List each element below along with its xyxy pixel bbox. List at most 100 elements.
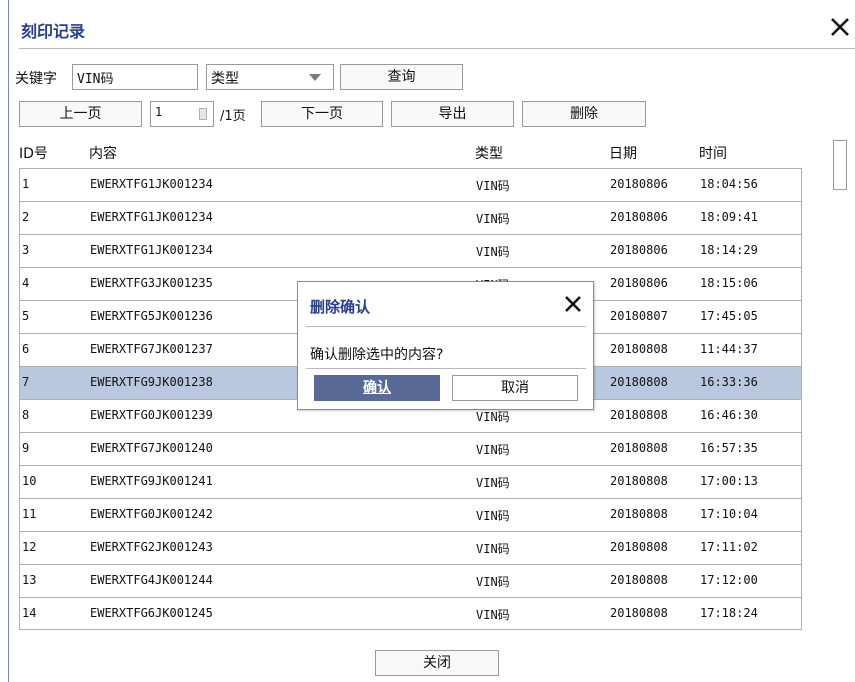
title-divider [19, 48, 855, 49]
cell-time: 18:04:56 [700, 177, 758, 191]
cell-time: 11:44:37 [700, 342, 758, 356]
cell-content: EWERXTFG1JK001234 [90, 243, 213, 257]
keyword-label: 关键字 [15, 71, 57, 87]
query-button[interactable]: 查询 [340, 64, 463, 90]
cancel-button[interactable]: 取消 [452, 375, 578, 401]
table-row[interactable]: 14 EWERXTFG6JK001245 VIN码 20180808 17:18:24 [19, 597, 802, 630]
table-row[interactable]: 10 EWERXTFG9JK001241 VIN码 20180808 17:00:13 [19, 465, 802, 498]
cell-id: 4 [22, 276, 30, 290]
cell-date: 20180806 [610, 210, 668, 224]
cell-time: 16:46:30 [700, 408, 758, 422]
cell-date: 20180806 [610, 177, 668, 191]
type-select-value: 类型 [211, 71, 239, 87]
cell-time: 17:10:04 [700, 507, 758, 521]
cell-type: VIN码 [476, 179, 510, 193]
cell-date: 20180806 [610, 243, 668, 257]
cell-id: 7 [22, 375, 30, 389]
header-id: ID号 [19, 146, 48, 162]
cell-id: 2 [22, 210, 30, 224]
cell-time: 18:14:29 [700, 243, 758, 257]
cell-content: EWERXTFG1JK001234 [90, 177, 213, 191]
confirm-button[interactable]: 确认 [314, 375, 440, 401]
window-title: 刻印记录 [21, 22, 86, 41]
cell-type: VIN码 [476, 410, 510, 424]
cell-content: EWERXTFG7JK001240 [90, 441, 213, 455]
prev-page-button[interactable]: 上一页 [19, 101, 142, 127]
table-row[interactable]: 12 EWERXTFG2JK001243 VIN码 20180808 17:11:02 [19, 531, 802, 564]
dialog-divider [306, 368, 586, 369]
cell-content: EWERXTFG3JK001235 [90, 276, 213, 290]
cell-id: 10 [22, 474, 37, 488]
vertical-scrollbar[interactable] [833, 140, 847, 190]
cell-date: 20180808 [610, 507, 668, 521]
close-button[interactable]: 关闭 [375, 650, 499, 676]
cell-id: 12 [22, 540, 37, 554]
cell-id: 14 [22, 606, 37, 620]
export-button[interactable]: 导出 [391, 101, 514, 127]
cell-time: 17:11:02 [700, 540, 758, 554]
cell-id: 9 [22, 441, 30, 455]
cell-time: 18:15:06 [700, 276, 758, 290]
table-row[interactable]: 13 EWERXTFG4JK001244 VIN码 20180808 17:12:00 [19, 564, 802, 597]
keyword-input[interactable]: VIN码 [72, 64, 198, 90]
cell-content: EWERXTFG4JK001244 [90, 573, 213, 587]
spinner-icon[interactable] [199, 108, 207, 120]
cell-date: 20180808 [610, 573, 668, 587]
cell-content: EWERXTFG9JK001238 [90, 375, 213, 389]
cell-time: 18:09:41 [700, 210, 758, 224]
dialog-title: 删除确认 [310, 298, 371, 316]
cell-date: 20180808 [610, 375, 668, 389]
record-window: 刻印记录 关键字 VIN码 类型 查询 上一页 1 /1页 下一页 导出 删除 … [8, 0, 855, 682]
cell-content: EWERXTFG2JK001243 [90, 540, 213, 554]
cell-time: 16:57:35 [700, 441, 758, 455]
cell-type: VIN码 [476, 542, 510, 556]
header-time: 时间 [699, 146, 727, 162]
cell-type: VIN码 [476, 245, 510, 259]
cell-id: 1 [22, 177, 30, 191]
delete-confirm-dialog: 删除确认 确认删除选中的内容? 确认 取消 [297, 281, 594, 410]
table-row[interactable]: 9 EWERXTFG7JK001240 VIN码 20180808 16:57:35 [19, 432, 802, 465]
page-total: /1页 [220, 109, 246, 124]
close-icon[interactable] [563, 294, 585, 316]
cell-date: 20180808 [610, 408, 668, 422]
cell-date: 20180806 [610, 276, 668, 290]
cell-content: EWERXTFG7JK001237 [90, 342, 213, 356]
page-number-input[interactable]: 1 [150, 101, 214, 127]
cell-time: 17:45:05 [700, 309, 758, 323]
dialog-message: 确认删除选中的内容? [310, 347, 444, 363]
cell-id: 11 [22, 507, 37, 521]
cell-type: VIN码 [476, 575, 510, 589]
cell-time: 17:18:24 [700, 606, 758, 620]
header-type: 类型 [475, 146, 503, 162]
type-select[interactable]: 类型 [206, 64, 334, 90]
close-icon[interactable] [829, 16, 855, 42]
cell-date: 20180808 [610, 441, 668, 455]
cell-type: VIN码 [476, 509, 510, 523]
cell-type: VIN码 [476, 608, 510, 622]
cell-date: 20180808 [610, 474, 668, 488]
page-number-value: 1 [155, 105, 163, 119]
chevron-down-icon [309, 74, 321, 81]
cell-date: 20180808 [610, 342, 668, 356]
cell-content: EWERXTFG5JK001236 [90, 309, 213, 323]
cell-type: VIN码 [476, 212, 510, 226]
header-content: 内容 [89, 146, 117, 162]
table-row[interactable]: 3 EWERXTFG1JK001234 VIN码 20180806 18:14:29 [19, 234, 802, 267]
cell-id: 5 [22, 309, 30, 323]
cell-id: 6 [22, 342, 30, 356]
table-row[interactable]: 11 EWERXTFG0JK001242 VIN码 20180808 17:10:04 [19, 498, 802, 531]
cell-id: 3 [22, 243, 30, 257]
header-date: 日期 [609, 146, 637, 162]
cell-time: 16:33:36 [700, 375, 758, 389]
cell-type: VIN码 [476, 443, 510, 457]
table-row[interactable]: 1 EWERXTFG1JK001234 VIN码 20180806 18:04:56 [19, 168, 802, 201]
next-page-button[interactable]: 下一页 [261, 101, 383, 127]
cell-date: 20180808 [610, 606, 668, 620]
cell-content: EWERXTFG9JK001241 [90, 474, 213, 488]
table-row[interactable]: 2 EWERXTFG1JK001234 VIN码 20180806 18:09:41 [19, 201, 802, 234]
cell-content: EWERXTFG6JK001245 [90, 606, 213, 620]
delete-button[interactable]: 删除 [522, 101, 646, 127]
cell-date: 20180807 [610, 309, 668, 323]
cell-id: 13 [22, 573, 37, 587]
cell-content: EWERXTFG0JK001242 [90, 507, 213, 521]
